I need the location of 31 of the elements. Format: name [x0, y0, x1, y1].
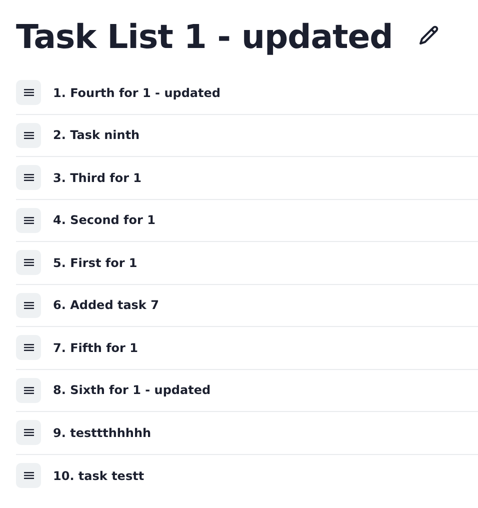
menu-icon [24, 259, 34, 266]
list-title: Task List 1 - updated [16, 20, 393, 52]
drag-handle[interactable] [16, 250, 41, 276]
menu-icon [24, 472, 34, 480]
menu-icon [24, 132, 34, 139]
drag-handle[interactable] [16, 463, 41, 488]
drag-handle[interactable] [16, 335, 41, 360]
menu-icon [24, 344, 34, 352]
drag-handle[interactable] [16, 122, 41, 148]
menu-icon [24, 174, 34, 182]
drag-handle[interactable] [16, 292, 41, 318]
task-label: 7. Fifth for 1 [53, 340, 138, 357]
drag-handle[interactable] [16, 80, 41, 106]
task-label: 6. Added task 7 [53, 297, 159, 314]
task-label: 1. Fourth for 1 - updated [53, 84, 220, 102]
task-label: 9. testtthhhhh [53, 424, 152, 442]
menu-icon [24, 89, 34, 96]
task-label: 10. task testt [53, 468, 144, 485]
drag-handle[interactable] [16, 420, 41, 446]
drag-handle[interactable] [16, 208, 41, 233]
drag-handle[interactable] [16, 378, 41, 403]
task-label: 2. Task ninth [53, 127, 140, 144]
menu-icon [24, 302, 34, 309]
task-label: 3. Third for 1 [53, 170, 142, 187]
menu-icon [24, 429, 34, 436]
task-label: 8. Sixth for 1 - updated [53, 382, 211, 400]
task-label: 5. First for 1 [53, 254, 138, 272]
task-label: 4. Second for 1 [53, 212, 156, 230]
menu-icon [24, 386, 34, 394]
menu-icon [24, 216, 34, 224]
drag-handle[interactable] [16, 165, 41, 190]
